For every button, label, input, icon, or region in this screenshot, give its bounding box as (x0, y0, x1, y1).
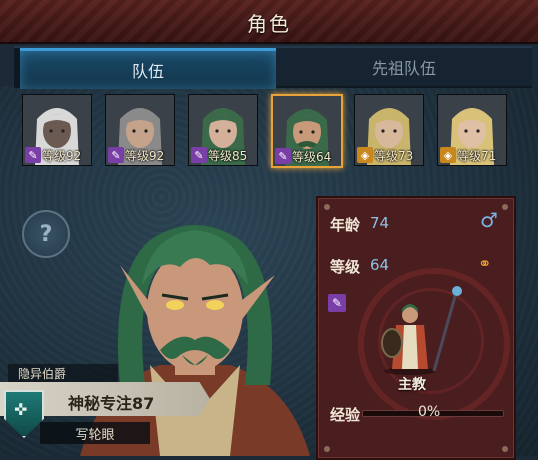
character-portrait (80, 225, 310, 456)
member-level: 等级73 (374, 149, 414, 163)
class-badge-icon: ✎ (328, 294, 346, 312)
trait-name: 神秘专注87 (68, 394, 155, 413)
member-level: 等级92 (125, 149, 165, 163)
cross-icon: ✜ (14, 400, 28, 419)
class-badge-icon: ◈ (357, 147, 373, 163)
party-member[interactable]: ◈ 等级71 (437, 94, 507, 166)
tab-party[interactable]: 队伍 (20, 48, 276, 89)
party-member[interactable]: ✎ 等级92 (105, 94, 175, 166)
question-icon: ? (39, 221, 53, 247)
level-value: 64 (370, 256, 390, 274)
member-level: 等级71 (457, 149, 497, 163)
tab-ancestor-party[interactable]: 先祖队伍 (276, 48, 532, 86)
xp-label: 经验 (330, 406, 361, 424)
class-badge-icon: ✎ (25, 147, 41, 163)
page-title: 角色 (247, 12, 291, 36)
rings-icon[interactable]: ⚭ (478, 254, 491, 273)
age-label: 年龄 (330, 216, 361, 234)
level-label: 等级 (330, 258, 361, 276)
class-name: 主教 (398, 377, 426, 393)
party-member[interactable]: ◈ 等级73 (354, 94, 424, 166)
tab-bar: 队伍 先祖队伍 (14, 46, 532, 89)
xp-value: 0% (418, 404, 441, 420)
party-row: ✎ 等级92 ✎ 等级92 ✎ 等级85 ✎ 等级64 ◈ 等级73 ◈ 等级7… (22, 94, 522, 168)
male-icon: ♂ (480, 208, 498, 232)
class-badge-icon: ◈ (440, 147, 456, 163)
sub-trait[interactable]: 写轮眼 (40, 422, 150, 444)
party-member[interactable]: ✎ 等级85 (188, 94, 258, 166)
title-bar: 角色 (0, 0, 538, 44)
party-member[interactable]: ✎ 等级92 (22, 94, 92, 166)
class-badge-icon: ✎ (275, 148, 291, 164)
member-level: 等级92 (42, 149, 82, 163)
member-level: 等级64 (292, 150, 332, 164)
age-value: 74 (370, 214, 390, 232)
class-badge-icon: ✎ (191, 147, 207, 163)
class-badge-icon: ✎ (108, 147, 124, 163)
rank-title: 隐异伯爵 (8, 364, 118, 382)
member-level: 等级85 (208, 149, 248, 163)
help-button[interactable]: ? (22, 210, 70, 258)
class-figure (381, 286, 462, 375)
party-member[interactable]: ✎ 等级64 (271, 94, 343, 168)
